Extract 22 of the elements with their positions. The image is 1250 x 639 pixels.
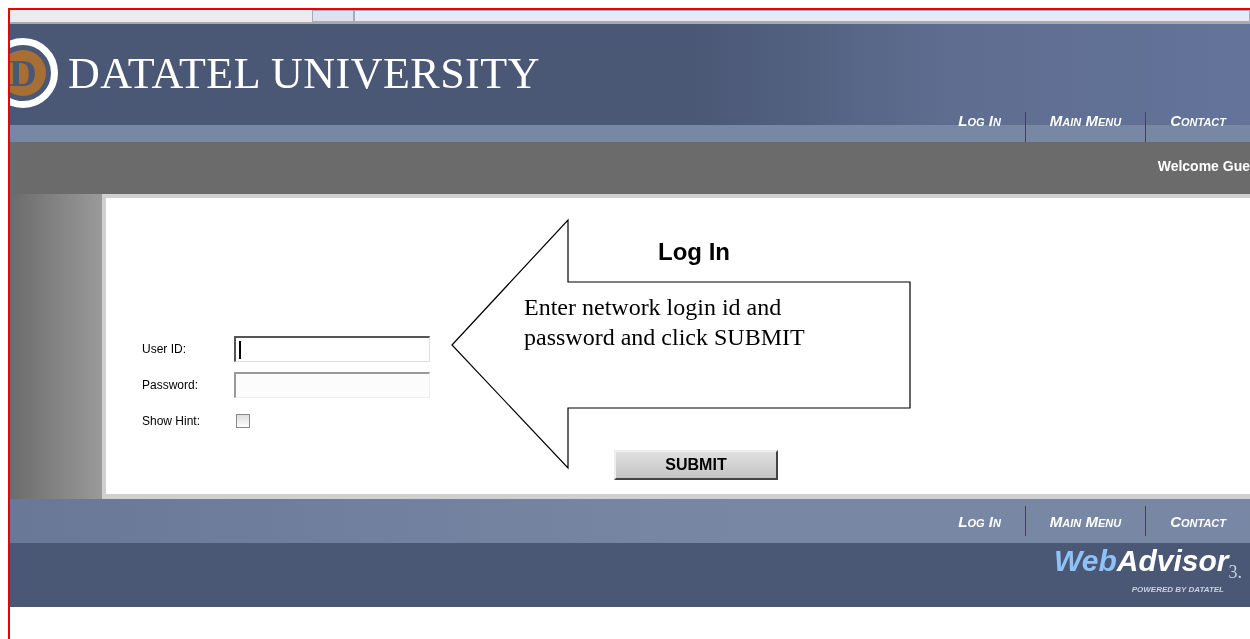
callout-text: Enter network login id and password and click SUBMIT [524,293,806,352]
university-title: DATATEL UNIVERSITY [68,47,540,99]
nav-link[interactable]: Log In [934,112,1025,129]
nav-link[interactable]: Log In [934,512,1025,530]
field-label: User ID: [142,342,187,356]
nav-link[interactable]: Main Menu [1025,512,1146,530]
field-label: Show Hint: [142,414,202,428]
input-field[interactable] [234,336,430,362]
address-field[interactable] [354,10,1250,22]
nav-link[interactable]: Main Menu [1025,112,1146,129]
login-title: Log In [658,238,730,266]
submit-button[interactable]: SUBMIT [614,450,778,480]
logo-tagline: POWERED BY DATATEL [1130,585,1224,594]
input-field[interactable] [234,372,430,398]
field-label: Password: [142,378,200,392]
checkbox[interactable] [236,414,250,428]
nav-link[interactable]: Contact [1146,112,1250,129]
webadvisor-logo: WebAdvisor$_{3.}$ [1054,545,1242,583]
welcome-text: Welcome Gue [1157,158,1250,174]
logo-icon: D [10,38,58,108]
toolbar-tab[interactable] [312,10,354,22]
nav-link[interactable]: Contact [1146,512,1250,530]
